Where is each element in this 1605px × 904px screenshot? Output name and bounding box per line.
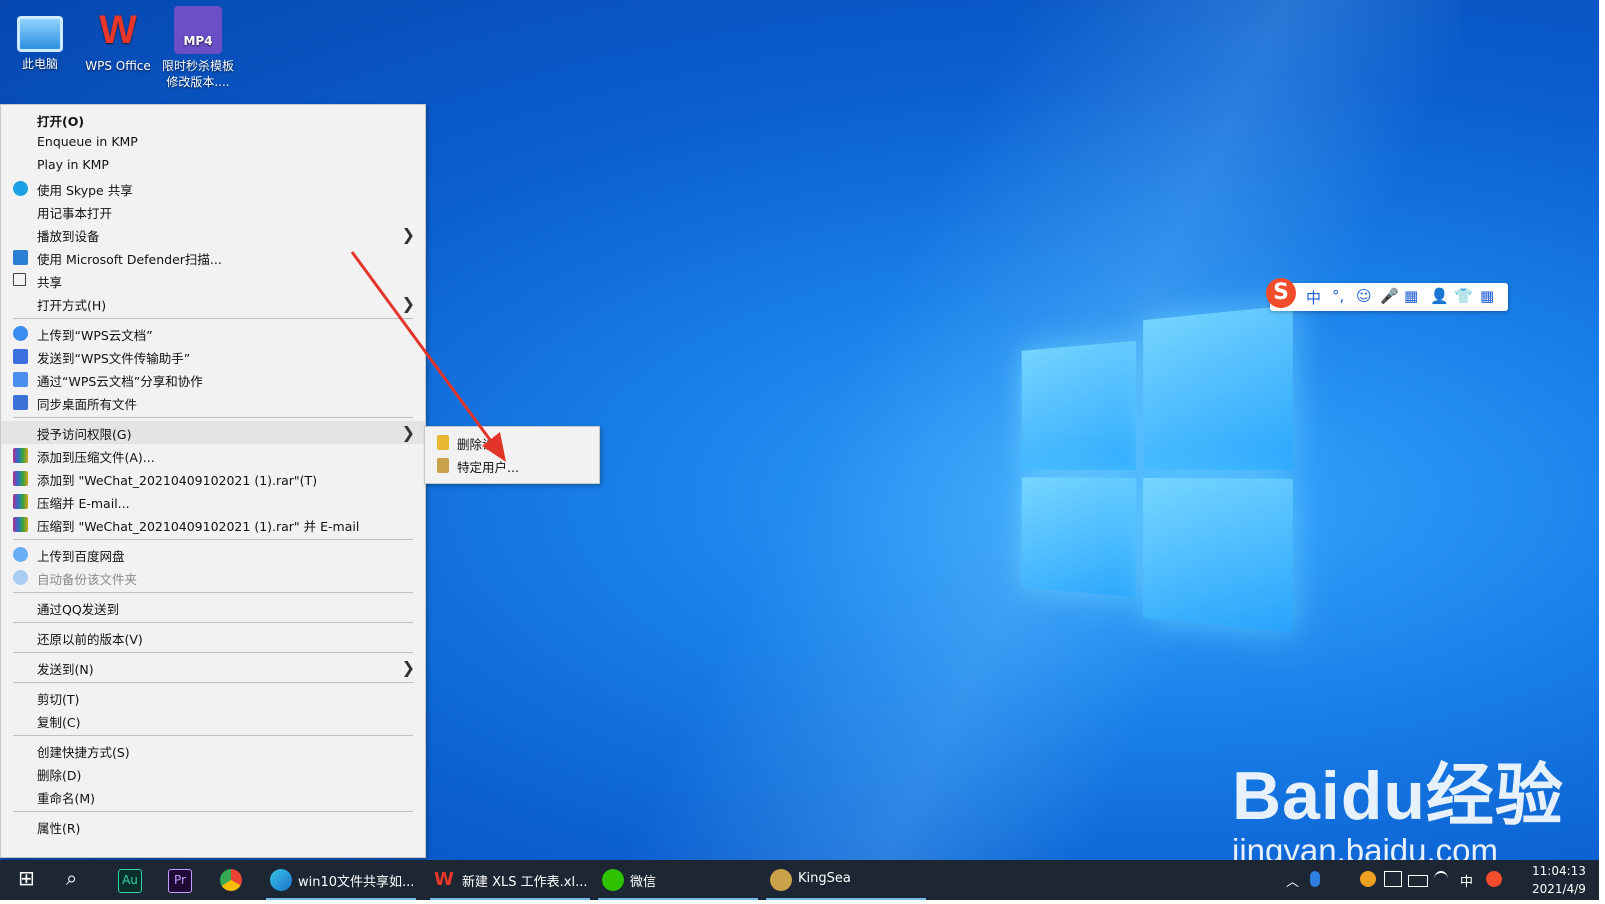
baidu-watermark: Baidu经验 — [1232, 758, 1564, 834]
taskbar-app-audition[interactable]: Au — [114, 860, 144, 900]
wps-icon: W — [434, 869, 454, 890]
wifi-icon[interactable] — [1434, 871, 1448, 887]
search-icon: ⌕ — [66, 866, 78, 890]
kingsea-icon — [770, 869, 792, 891]
app-tray-icon[interactable] — [1360, 871, 1376, 887]
ime-mode-icon[interactable]: 中 — [1306, 287, 1321, 308]
sogou-tray-icon[interactable] — [1486, 871, 1502, 887]
edge-icon — [270, 869, 292, 891]
user-icon[interactable]: 👤 — [1430, 287, 1449, 305]
keyboard-icon[interactable]: ▦ — [1404, 287, 1418, 305]
clock-time: 11:04:13 — [1532, 864, 1586, 878]
clock-date: 2021/4/9 — [1532, 882, 1586, 896]
sogou-logo-icon: S — [1266, 278, 1296, 308]
taskbar-app-premiere[interactable]: Pr — [164, 860, 194, 900]
taskbar-window-kingsea[interactable]: KingSea — [766, 860, 926, 900]
premiere-icon: Pr — [168, 869, 192, 893]
taskbar-window-wps-xls[interactable]: W 新建 XLS 工作表.xl... — [430, 860, 590, 900]
taskbar-app-chrome[interactable] — [216, 860, 246, 900]
bluetooth-icon[interactable] — [1310, 871, 1320, 887]
screen-border — [1599, 0, 1605, 904]
baidu-paw-du: du — [1340, 758, 1426, 834]
wechat-icon — [602, 869, 624, 891]
start-button[interactable]: ⊞ — [14, 860, 44, 900]
windows-start-icon: ⊞ — [18, 866, 35, 890]
sogou-ime-toolbar[interactable]: S 中 °, ☺ 🎤 ▦ 👤 👕 ▦ — [1266, 278, 1508, 311]
screen-border — [0, 900, 1605, 904]
taskbar: ⊞ ⌕ Au Pr win10文件共享如... W 新建 XLS 工作表.xl.… — [0, 860, 1605, 900]
search-button[interactable]: ⌕ — [62, 860, 92, 900]
emoji-icon[interactable]: ☺ — [1356, 287, 1372, 305]
ime-indicator[interactable]: 中 — [1460, 871, 1473, 890]
punctuation-icon[interactable]: °, — [1332, 287, 1344, 305]
skin-icon[interactable]: 👕 — [1454, 287, 1473, 305]
taskbar-window-wechat[interactable]: 微信 — [598, 860, 758, 900]
chrome-icon — [220, 869, 242, 891]
battery-icon[interactable] — [1408, 875, 1428, 887]
taskbar-window-edge[interactable]: win10文件共享如... — [266, 860, 416, 900]
tray-overflow-chevron-icon[interactable]: ︿ — [1286, 871, 1299, 890]
microphone-icon[interactable]: 🎤 — [1380, 287, 1399, 305]
audition-icon: Au — [118, 869, 142, 893]
clock[interactable]: 11:04:13 2021/4/9 — [1532, 862, 1586, 898]
volume-icon[interactable] — [1384, 871, 1402, 887]
toolbox-icon[interactable]: ▦ — [1480, 287, 1494, 305]
